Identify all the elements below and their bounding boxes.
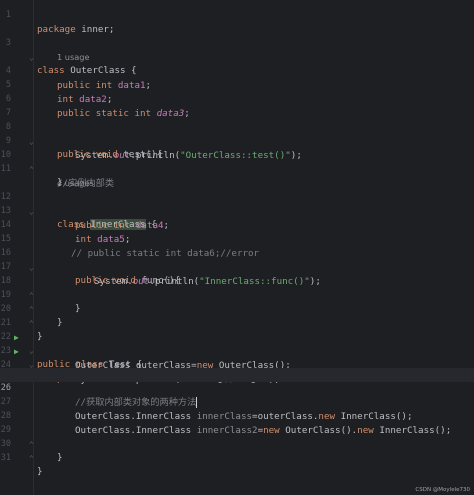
current-code-line[interactable]: 26 //获取内部类对象的两种方法 — [0, 368, 474, 408]
code-line[interactable]: 16 ⌄ public void func(){ — [0, 233, 474, 287]
code-line[interactable]: 5 int data2; — [0, 65, 474, 105]
code-line[interactable]: 8 ⌄ public void test(){ — [0, 107, 474, 161]
code-line[interactable]: 23 OuterClass outerClass=new OuterClass(… — [0, 331, 474, 371]
code-line[interactable]: 20 ⌃ } — [0, 289, 474, 343]
usage-hint-line: 4 usages — [0, 163, 474, 188]
code-line[interactable]: 30 ⌃ } — [0, 424, 474, 478]
code-line[interactable]: 17 System.out.println("InnerClass::func(… — [0, 247, 474, 287]
code-line[interactable]: 31 — [0, 438, 474, 463]
fold-icon[interactable]: ⌃ — [29, 452, 37, 466]
code-line[interactable]: 28 OuterClass.InnerClass innerClass2=new… — [0, 396, 474, 436]
code-line[interactable]: 27 OuterClass.InnerClass innerClass=oute… — [0, 382, 474, 422]
code-line[interactable]: 12 ⌄ class InnerClass { — [0, 177, 474, 231]
code-line[interactable]: 19 ⌃ } — [0, 275, 474, 329]
code-line[interactable]: 21 ▶ ⌄ public class Test { — [0, 303, 474, 370]
code-text: } — [57, 452, 63, 464]
code-line[interactable]: 29 ⌃ } — [0, 410, 474, 464]
code-line[interactable]: 22 ▶ ⌄ public static void main(String[] … — [0, 317, 474, 384]
code-line[interactable]: 15 // public static int data6;//error — [0, 219, 474, 259]
code-line[interactable]: 6 public static int data3; — [0, 79, 474, 119]
code-line[interactable]: 1 package inner; — [0, 0, 474, 35]
usage-hint-line: 1 usage — [0, 37, 474, 62]
code-line[interactable]: 10 ⌃ } — [0, 135, 474, 189]
code-line[interactable]: 7 — [0, 93, 474, 118]
code-line[interactable]: 18 ⌃ } — [0, 261, 474, 315]
line-number: 31 — [0, 452, 11, 463]
code-line[interactable]: 3 ⌄ class OuterClass { — [0, 23, 474, 77]
code-line[interactable]: 9 System.out.println("OuterClass::test()… — [0, 121, 474, 161]
watermark: CSDN @Moylele730 — [415, 487, 470, 493]
line-number: 1 — [5, 9, 11, 20]
code-line[interactable]: 14 int data5; — [0, 205, 474, 245]
code-line[interactable]: 13 public int data4; — [0, 191, 474, 231]
code-line[interactable]: 11 //实例内部类 — [0, 149, 474, 189]
code-editor[interactable]: 1 package inner; 3 ⌄ class OuterClass { … — [0, 0, 474, 495]
code-text: } — [37, 466, 43, 478]
code-line[interactable]: 4 public int data1; — [0, 51, 474, 91]
code-line[interactable]: 24 System.out.println(outerClass.data1); — [0, 345, 474, 385]
